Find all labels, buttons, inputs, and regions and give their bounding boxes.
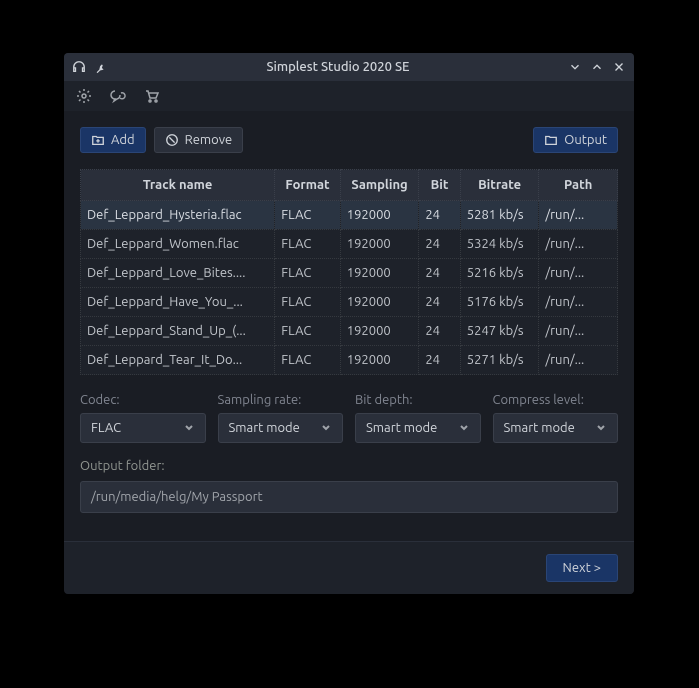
output-folder-label: Output folder:: [80, 459, 618, 473]
cell-sampling: 192000: [340, 201, 419, 230]
chat-icon[interactable]: [110, 88, 126, 104]
cell-bit: 24: [419, 288, 460, 317]
next-label: Next >: [563, 561, 601, 575]
track-table: Track name Format Sampling Bit Bitrate P…: [80, 169, 618, 375]
compress-label: Compress level:: [493, 393, 619, 407]
cell-format: FLAC: [275, 201, 340, 230]
chevron-down-icon: [320, 422, 332, 434]
table-row[interactable]: Def_Leppard_Tear_It_Do...FLAC19200024527…: [81, 346, 618, 375]
cell-bitrate: 5281 kb/s: [460, 201, 539, 230]
chevron-down-icon: [458, 422, 470, 434]
form-row: Codec: FLAC Sampling rate: Smart mode Bi…: [80, 393, 618, 443]
table-row[interactable]: Def_Leppard_Have_You_...FLAC192000245176…: [81, 288, 618, 317]
cell-sampling: 192000: [340, 346, 419, 375]
cell-path: /run/...: [539, 288, 618, 317]
cell-sampling: 192000: [340, 317, 419, 346]
cell-bitrate: 5216 kb/s: [460, 259, 539, 288]
col-bit[interactable]: Bit: [419, 170, 460, 201]
content: Add Remove Output Track name Format Samp…: [64, 111, 634, 529]
remove-label: Remove: [185, 133, 233, 147]
cell-bit: 24: [419, 259, 460, 288]
cell-name: Def_Leppard_Love_Bites....: [81, 259, 275, 288]
cell-path: /run/...: [539, 230, 618, 259]
compress-value: Smart mode: [504, 421, 575, 435]
table-row[interactable]: Def_Leppard_Stand_Up_(...FLAC19200024524…: [81, 317, 618, 346]
compress-group: Compress level: Smart mode: [493, 393, 619, 443]
cell-name: Def_Leppard_Have_You_...: [81, 288, 275, 317]
folder-icon: [544, 133, 558, 147]
cell-sampling: 192000: [340, 230, 419, 259]
cell-bit: 24: [419, 346, 460, 375]
app-window: Simplest Studio 2020 SE Add Remove Outpu…: [64, 53, 634, 594]
action-row: Add Remove Output: [80, 127, 618, 153]
maximize-icon[interactable]: [590, 60, 604, 74]
sampling-label: Sampling rate:: [218, 393, 344, 407]
table-header-row: Track name Format Sampling Bit Bitrate P…: [81, 170, 618, 201]
cell-bitrate: 5176 kb/s: [460, 288, 539, 317]
cell-sampling: 192000: [340, 259, 419, 288]
add-button[interactable]: Add: [80, 127, 146, 153]
folder-plus-icon: [91, 133, 105, 147]
cell-bit: 24: [419, 317, 460, 346]
compress-select[interactable]: Smart mode: [493, 413, 619, 443]
col-trackname[interactable]: Track name: [81, 170, 275, 201]
cell-path: /run/...: [539, 317, 618, 346]
cell-bitrate: 5324 kb/s: [460, 230, 539, 259]
remove-button[interactable]: Remove: [154, 127, 244, 153]
window-title: Simplest Studio 2020 SE: [108, 60, 568, 74]
cell-bitrate: 5247 kb/s: [460, 317, 539, 346]
cell-path: /run/...: [539, 201, 618, 230]
cell-name: Def_Leppard_Tear_It_Do...: [81, 346, 275, 375]
titlebar: Simplest Studio 2020 SE: [64, 53, 634, 81]
remove-icon: [165, 133, 179, 147]
cell-bit: 24: [419, 201, 460, 230]
close-icon[interactable]: [612, 60, 626, 74]
sampling-value: Smart mode: [229, 421, 300, 435]
toolbar: [64, 81, 634, 111]
chevron-down-icon: [183, 422, 195, 434]
codec-group: Codec: FLAC: [80, 393, 206, 443]
sampling-group: Sampling rate: Smart mode: [218, 393, 344, 443]
cell-path: /run/...: [539, 346, 618, 375]
output-button[interactable]: Output: [533, 127, 618, 153]
cell-format: FLAC: [275, 230, 340, 259]
bitdepth-label: Bit depth:: [355, 393, 481, 407]
cell-path: /run/...: [539, 259, 618, 288]
sampling-select[interactable]: Smart mode: [218, 413, 344, 443]
headphones-icon: [72, 60, 86, 74]
table-row[interactable]: Def_Leppard_Hysteria.flacFLAC19200024528…: [81, 201, 618, 230]
cell-sampling: 192000: [340, 288, 419, 317]
table-row[interactable]: Def_Leppard_Love_Bites....FLAC1920002452…: [81, 259, 618, 288]
cell-bitrate: 5271 kb/s: [460, 346, 539, 375]
cell-bit: 24: [419, 230, 460, 259]
col-sampling[interactable]: Sampling: [340, 170, 419, 201]
bitdepth-group: Bit depth: Smart mode: [355, 393, 481, 443]
minimize-icon[interactable]: [568, 60, 582, 74]
table-row[interactable]: Def_Leppard_Women.flacFLAC192000245324 k…: [81, 230, 618, 259]
codec-label: Codec:: [80, 393, 206, 407]
col-path[interactable]: Path: [539, 170, 618, 201]
output-folder-field[interactable]: /run/media/helg/My Passport: [80, 481, 618, 513]
bitdepth-value: Smart mode: [366, 421, 437, 435]
pin-icon[interactable]: [94, 60, 108, 74]
bitdepth-select[interactable]: Smart mode: [355, 413, 481, 443]
gear-icon[interactable]: [76, 88, 92, 104]
codec-select[interactable]: FLAC: [80, 413, 206, 443]
output-label: Output: [564, 133, 607, 147]
cell-name: Def_Leppard_Stand_Up_(...: [81, 317, 275, 346]
footer: Next >: [64, 541, 634, 594]
cell-format: FLAC: [275, 346, 340, 375]
cell-name: Def_Leppard_Hysteria.flac: [81, 201, 275, 230]
cell-format: FLAC: [275, 259, 340, 288]
next-button[interactable]: Next >: [546, 554, 618, 582]
cell-name: Def_Leppard_Women.flac: [81, 230, 275, 259]
add-label: Add: [111, 133, 135, 147]
cell-format: FLAC: [275, 288, 340, 317]
cart-icon[interactable]: [144, 88, 160, 104]
cell-format: FLAC: [275, 317, 340, 346]
codec-value: FLAC: [91, 421, 121, 435]
chevron-down-icon: [595, 422, 607, 434]
col-format[interactable]: Format: [275, 170, 340, 201]
col-bitrate[interactable]: Bitrate: [460, 170, 539, 201]
